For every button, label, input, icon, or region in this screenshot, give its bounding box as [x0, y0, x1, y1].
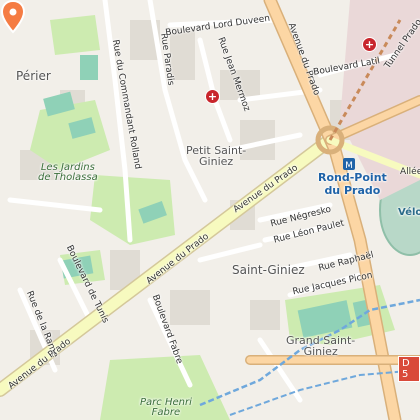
label-saint-giniez: Saint-Giniez [232, 263, 305, 277]
label-rond-point-du-prado: Rond-Point du Prado [318, 171, 387, 197]
label-perier: Périer [16, 69, 51, 83]
hospital-cross-icon[interactable]: + [205, 89, 220, 104]
label-allee: Allée [400, 167, 420, 177]
location-pin-icon[interactable] [0, 0, 26, 34]
svg-text:M: M [345, 161, 353, 170]
label-velo: Vélo [398, 207, 420, 218]
label-grand-saint-giniez: Grand Saint- Giniez [286, 334, 356, 358]
label-parc-henri-fabre: Parc Henri Fabre [140, 397, 192, 418]
metro-station-icon[interactable]: M [343, 158, 355, 170]
map-canvas[interactable]: Périer Rue du Commandant Rolland Rue Par… [0, 0, 420, 420]
label-les-jardins-de-tholassa: Les Jardins de Tholassa [38, 162, 98, 183]
hospital-cross-icon[interactable]: + [362, 37, 377, 52]
label-petit-saint-giniez: Petit Saint- Giniez [186, 144, 247, 168]
road-shield-d5: D 5 [398, 356, 420, 382]
